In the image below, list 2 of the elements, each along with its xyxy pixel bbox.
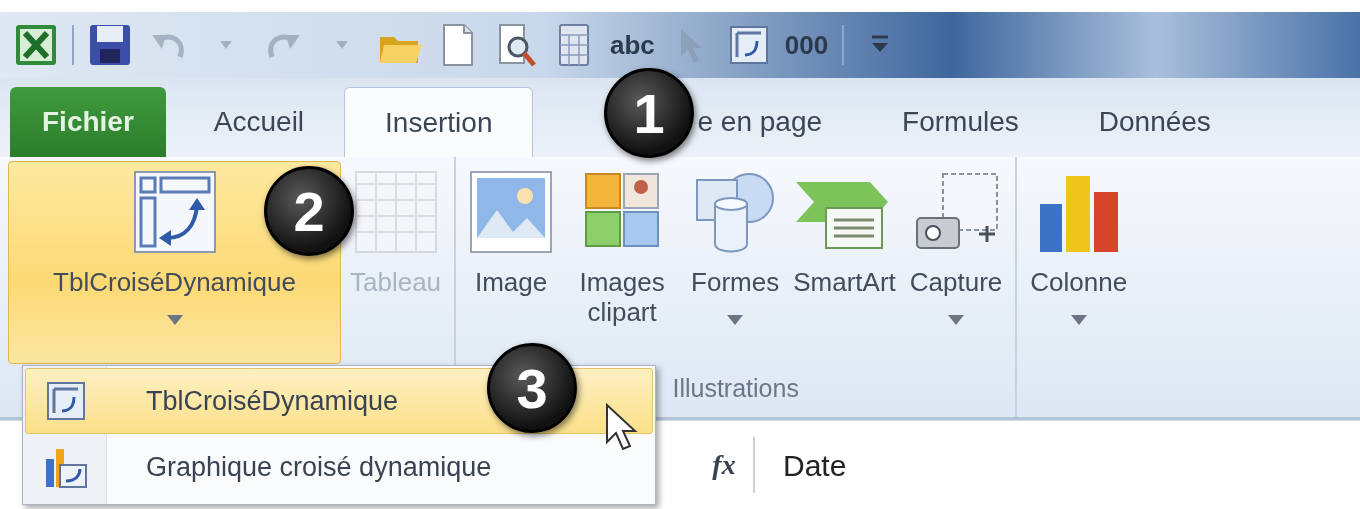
group-label: Illustrations xyxy=(672,373,799,402)
formula-value: Date xyxy=(783,447,847,484)
